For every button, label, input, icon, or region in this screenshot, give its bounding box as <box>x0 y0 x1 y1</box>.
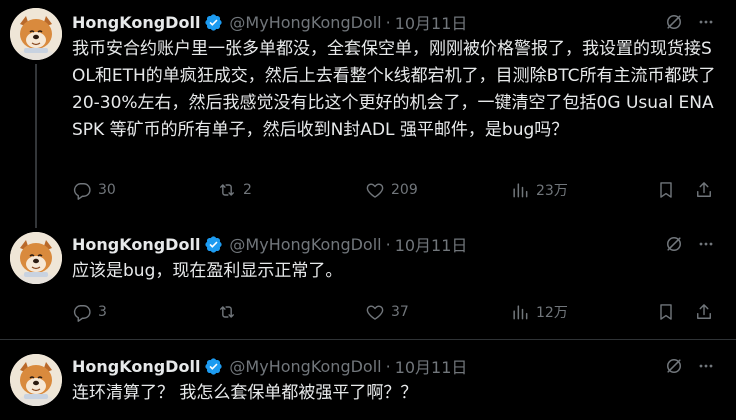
share-button[interactable] <box>694 178 714 202</box>
bookmark-icon <box>656 180 676 200</box>
like-count: 37 <box>391 304 409 320</box>
separator-dot: · <box>385 234 391 254</box>
like-button[interactable]: 209 <box>365 178 418 202</box>
author-name[interactable]: HongKongDoll <box>72 235 200 254</box>
tweet-actions: 3 37 12万 <box>72 300 722 324</box>
repost-button[interactable] <box>217 300 237 324</box>
bookmark-button[interactable] <box>656 300 676 324</box>
thread-connector-line <box>35 64 37 228</box>
reply-count: 30 <box>98 182 116 198</box>
tweet-date[interactable]: 10月11日 <box>395 10 468 34</box>
separator-dot: · <box>385 12 391 32</box>
views-icon <box>510 180 530 200</box>
like-button[interactable]: 37 <box>365 300 409 324</box>
more-options-icon[interactable] <box>696 356 716 376</box>
like-count: 209 <box>391 182 418 198</box>
tweet-text: 应该是bug，现在盈利显示正常了。 <box>72 261 343 281</box>
views-count: 12万 <box>536 305 568 321</box>
shiba-avatar-icon <box>10 354 62 406</box>
tweet-date[interactable]: 10月11日 <box>395 232 468 256</box>
tweet-actions: 30 2 209 23万 <box>72 178 722 202</box>
views-count: 23万 <box>536 183 568 199</box>
views-icon <box>510 302 530 322</box>
views-button[interactable]: 23万 <box>510 178 568 202</box>
tweet-text: 连环清算了？ 我怎么套保单都被强平了啊？？ <box>72 383 418 403</box>
shiba-avatar-icon <box>10 232 62 284</box>
reply-button[interactable]: 3 <box>72 300 107 324</box>
author-handle[interactable]: @MyHongKongDoll <box>229 235 381 254</box>
author-handle[interactable]: @MyHongKongDoll <box>229 13 381 32</box>
tweet-header: HongKongDoll @MyHongKongDoll · 10月11日 <box>72 232 467 256</box>
share-icon <box>694 180 714 200</box>
author-name[interactable]: HongKongDoll <box>72 357 200 376</box>
tweet-header: HongKongDoll @MyHongKongDoll · 10月11日 <box>72 354 467 378</box>
reply-icon <box>72 302 92 322</box>
more-options-icon[interactable] <box>696 12 716 32</box>
conversation-thread: HongKongDoll @MyHongKongDoll · 10月11日 我币… <box>0 0 736 420</box>
author-handle[interactable]: @MyHongKongDoll <box>229 357 381 376</box>
bookmark-icon <box>656 302 676 322</box>
heart-icon <box>365 302 385 322</box>
avatar[interactable] <box>10 354 62 406</box>
tweet-header: HongKongDoll @MyHongKongDoll · 10月11日 <box>72 10 467 34</box>
verified-badge-icon <box>204 235 223 254</box>
tweet-1[interactable]: HongKongDoll @MyHongKongDoll · 10月11日 我币… <box>0 0 736 232</box>
repost-icon <box>217 180 237 200</box>
avatar[interactable] <box>10 232 62 284</box>
grok-icon[interactable] <box>664 12 684 32</box>
reply-count: 3 <box>98 304 107 320</box>
tweet-2[interactable]: HongKongDoll @MyHongKongDoll · 10月11日 应该… <box>0 226 736 340</box>
grok-icon[interactable] <box>664 356 684 376</box>
repost-count: 2 <box>243 182 252 198</box>
tweet-text: 我币安合约账户里一张多单都没，全套保空单，刚刚被价格警报了，我设置的现货接SOL… <box>72 39 716 140</box>
verified-badge-icon <box>204 13 223 32</box>
shiba-avatar-icon <box>10 8 62 60</box>
verified-badge-icon <box>204 357 223 376</box>
views-button[interactable]: 12万 <box>510 300 568 324</box>
tweet-date[interactable]: 10月11日 <box>395 354 468 378</box>
bookmark-button[interactable] <box>656 178 676 202</box>
share-icon <box>694 302 714 322</box>
heart-icon <box>365 180 385 200</box>
avatar[interactable] <box>10 8 62 60</box>
reply-icon <box>72 180 92 200</box>
separator-dot: · <box>385 356 391 376</box>
repost-icon <box>217 302 237 322</box>
more-options-icon[interactable] <box>696 234 716 254</box>
grok-icon[interactable] <box>664 234 684 254</box>
tweet-3[interactable]: HongKongDoll @MyHongKongDoll · 10月11日 连环… <box>0 340 736 420</box>
author-name[interactable]: HongKongDoll <box>72 13 200 32</box>
reply-button[interactable]: 30 <box>72 178 116 202</box>
share-button[interactable] <box>694 300 714 324</box>
repost-button[interactable]: 2 <box>217 178 252 202</box>
